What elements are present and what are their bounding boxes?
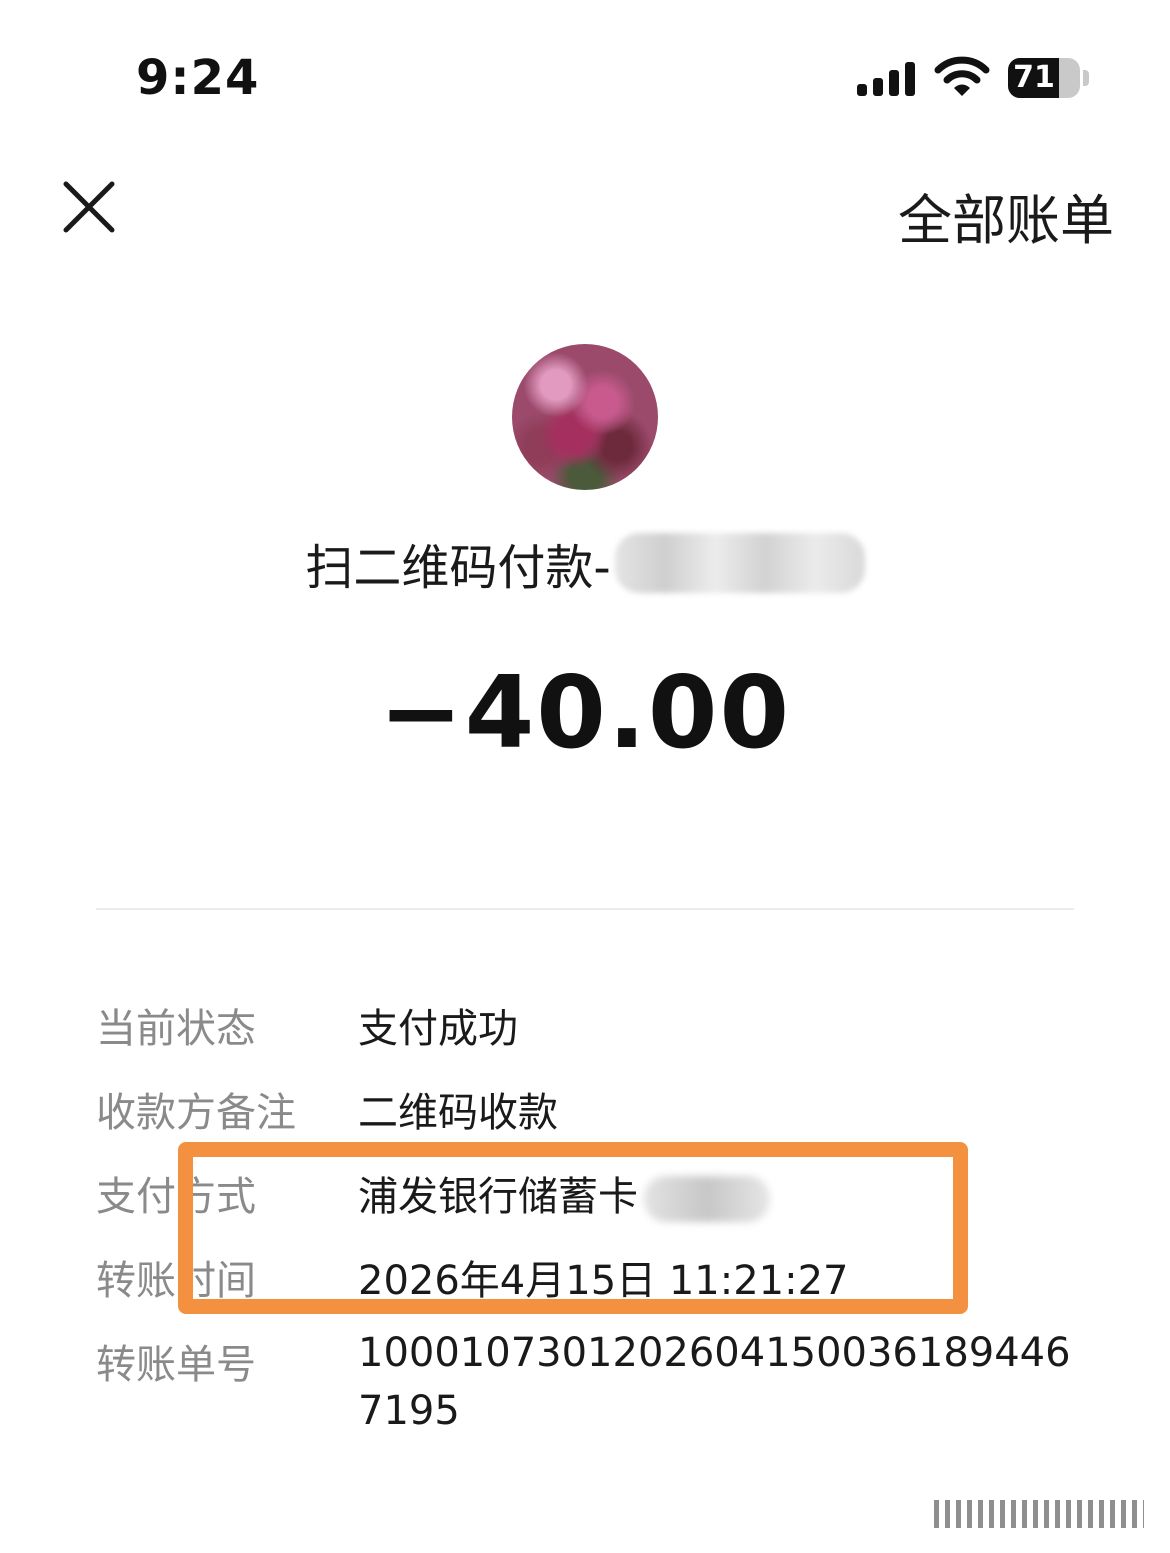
battery-level: 71 <box>1013 60 1055 95</box>
status-time: 9:24 <box>136 50 260 106</box>
highlight-annotation-box <box>178 1142 968 1314</box>
cellular-signal-icon <box>857 62 915 96</box>
watermark <box>934 1500 1144 1528</box>
divider <box>96 908 1074 910</box>
all-bills-button[interactable]: 全部账单 <box>898 176 1114 255</box>
redacted-merchant-name <box>614 533 865 593</box>
merchant-title: 扫二维码付款- <box>305 540 611 596</box>
transaction-detail-page: 9:24 71 全部账单 扫二维码付款- −40.00 当前状态 支付成功 收款… <box>0 0 1170 1553</box>
merchant-row: 扫二维码付款- <box>0 528 1170 598</box>
close-icon[interactable] <box>60 178 118 236</box>
transfer-no-value: 1000107301202604150036189446 7195 <box>358 1330 1071 1434</box>
status-label: 当前状态 <box>96 1006 256 1052</box>
payee-note-value: 二维码收款 <box>358 1090 558 1136</box>
status-value: 支付成功 <box>358 1006 518 1052</box>
merchant-avatar <box>512 344 658 490</box>
wifi-icon <box>934 56 990 96</box>
payee-note-label: 收款方备注 <box>96 1090 296 1136</box>
battery-cap <box>1083 70 1089 86</box>
transfer-no-label: 转账单号 <box>96 1342 256 1388</box>
battery-icon: 71 <box>1008 58 1080 98</box>
payment-amount: −40.00 <box>378 654 792 771</box>
